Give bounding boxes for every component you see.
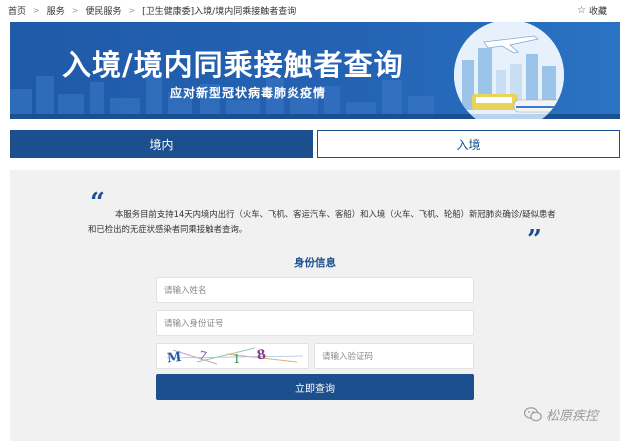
favorite-button[interactable]: ☆ 收藏 (577, 4, 607, 17)
svg-text:M: M (166, 350, 182, 366)
breadcrumb-home[interactable]: 首页 (8, 4, 26, 17)
breadcrumb-bar: 首页 > 服务 > 便民服务 > [卫生健康委]入境/境内同乘接触者查询 ☆ 收… (0, 0, 629, 20)
wechat-icon (524, 407, 542, 422)
tab-domestic[interactable]: 境内 (10, 130, 313, 158)
service-notice: 本服务目前支持14天内境内出行（火车、飞机、客运汽车、客船）和入境（火车、飞机、… (88, 209, 556, 234)
watermark: 松原疾控 (524, 405, 598, 424)
close-quote-icon: ” (527, 225, 542, 255)
id-number-input[interactable]: 请输入身份证号 (156, 310, 474, 336)
submit-query-button[interactable]: 立即查询 (156, 374, 474, 400)
breadcrumb-separator: > (128, 6, 136, 15)
breadcrumb-separator: > (71, 6, 79, 15)
breadcrumb-services[interactable]: 服务 (47, 4, 65, 17)
transport-illustration (454, 22, 564, 119)
query-panel: “ 本服务目前支持14天内境内出行（火车、飞机、客运汽车、客船）和入境（火车、飞… (10, 170, 620, 441)
watermark-text: 松原疾控 (546, 409, 599, 424)
breadcrumb: 首页 > 服务 > 便民服务 > [卫生健康委]入境/境内同乘接触者查询 (8, 4, 296, 17)
captcha-input[interactable]: 请输入验证码 (314, 343, 474, 369)
star-icon: ☆ (577, 5, 586, 16)
banner: 入境/境内同乘接触者查询 应对新型冠状病毒肺炎疫情 (10, 22, 620, 119)
tab-inbound[interactable]: 入境 (317, 130, 620, 158)
breadcrumb-convenience[interactable]: 便民服务 (85, 4, 121, 17)
banner-subtitle: 应对新型冠状病毒肺炎疫情 (170, 86, 327, 100)
captcha-image[interactable]: M 7 1 8 (156, 343, 309, 369)
favorite-label: 收藏 (588, 7, 607, 17)
svg-text:8: 8 (256, 347, 268, 363)
name-input[interactable]: 请输入姓名 (156, 277, 474, 303)
breadcrumb-separator: > (33, 6, 40, 15)
breadcrumb-current: [卫生健康委]入境/境内同乘接触者查询 (142, 7, 297, 17)
svg-text:7: 7 (197, 348, 208, 363)
svg-text:1: 1 (233, 352, 241, 366)
banner-title: 入境/境内同乘接触者查询 (62, 48, 404, 82)
section-title: 身份信息 (294, 257, 336, 269)
